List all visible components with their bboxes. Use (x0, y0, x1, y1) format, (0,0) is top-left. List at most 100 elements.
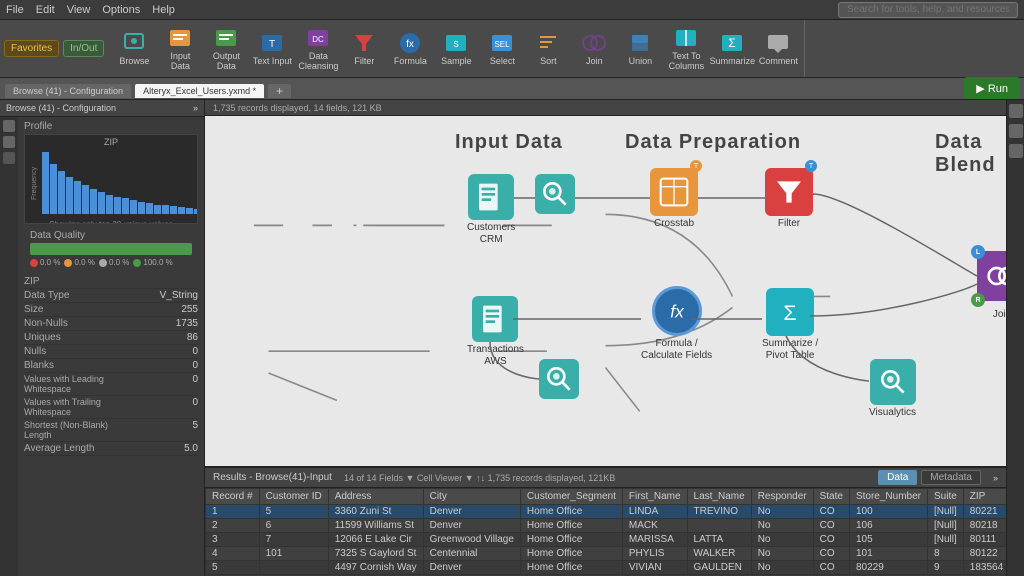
menu-edit[interactable]: Edit (36, 4, 55, 16)
col-city: City (423, 489, 520, 505)
col-suite: Suite (928, 489, 964, 505)
chart-title: ZIP (25, 135, 197, 147)
tool-summarize[interactable]: Σ Summarize (710, 23, 754, 75)
menu-view[interactable]: View (67, 4, 91, 16)
table-row[interactable]: 54497 Cornish WayDenverHome OfficeVIVIAN… (206, 561, 1007, 575)
field-label-avglen: Average Length (24, 443, 94, 454)
node-formula[interactable]: fx Formula /Calculate Fields (641, 286, 712, 362)
table-cell: 5 (206, 561, 260, 575)
table-cell: TREVINO (687, 505, 751, 519)
data-table: Record # Customer ID Address City Custom… (205, 488, 1006, 575)
tool-filter[interactable]: Filter (342, 23, 386, 75)
tab-workflow[interactable]: Alteryx_Excel_Users.yxmd * (134, 83, 265, 99)
tool-summarize-label: Summarize (710, 57, 756, 67)
left-icon-settings[interactable] (3, 120, 15, 132)
node-customers-crm[interactable]: CustomersCRM (467, 174, 515, 246)
node-browse1[interactable] (535, 174, 575, 214)
field-label-nulls: Nulls (24, 346, 46, 357)
table-cell: LATTA (687, 533, 751, 547)
sidebar-icon-3[interactable] (1009, 144, 1023, 158)
table-cell: CO (813, 561, 849, 575)
tool-select[interactable]: SEL Select (480, 23, 524, 75)
transactions-icon (472, 296, 518, 342)
favorites-button[interactable]: Favorites (4, 40, 59, 57)
chart-bar (194, 209, 198, 214)
col-segment: Customer_Segment (520, 489, 622, 505)
results-table: Record # Customer ID Address City Custom… (205, 488, 1006, 576)
tool-textcol[interactable]: Text To Columns (664, 23, 708, 75)
menu-file[interactable]: File (6, 4, 24, 16)
results-expand[interactable]: » (993, 473, 998, 483)
join-icon (582, 31, 606, 55)
tool-union[interactable]: Union (618, 23, 662, 75)
tab-new[interactable]: + (267, 83, 292, 99)
table-cell: CO (813, 533, 849, 547)
tool-join[interactable]: Join (572, 23, 616, 75)
customers-crm-icon (468, 174, 514, 220)
node-filter[interactable]: T Filter (765, 168, 813, 230)
table-row[interactable]: 153360 Zuni StDenverHome OfficeLINDATREV… (206, 505, 1007, 519)
tool-text[interactable]: T Text Input (250, 23, 294, 75)
table-cell (259, 561, 328, 575)
left-icon-profile[interactable] (3, 136, 15, 148)
dq-text-empty: 0.0 % (109, 258, 129, 267)
join-input-l: L (971, 245, 985, 259)
sort-icon (536, 31, 560, 55)
tool-comment[interactable]: Comment (756, 23, 800, 75)
table-cell: 1 (206, 505, 260, 519)
tool-browse-label: Browse (119, 57, 149, 67)
panel-arrows[interactable]: » (193, 103, 198, 113)
tab-config[interactable]: Browse (41) - Configuration (4, 83, 132, 99)
tool-join-label: Join (586, 57, 603, 67)
table-cell: 6 (259, 519, 328, 533)
table-cell: VIVIAN (622, 561, 687, 575)
tool-formula[interactable]: fx Formula (388, 23, 432, 75)
tool-cleanse[interactable]: DC Data Cleansing (296, 23, 340, 75)
menu-options[interactable]: Options (102, 4, 140, 16)
comment-icon (766, 31, 790, 55)
chart-bar (90, 189, 97, 214)
filter-label: Filter (778, 218, 800, 230)
table-row[interactable]: 3712066 E Lake CirGreenwood VillageHome … (206, 533, 1007, 547)
node-transactions[interactable]: TransactionsAWS (467, 296, 524, 368)
left-panel-header: Browse (41) - Configuration » (0, 100, 204, 117)
formula-icon: fx (398, 31, 422, 55)
node-join[interactable]: L R D Join (977, 251, 1006, 321)
inout-button[interactable]: In/Out (63, 40, 104, 57)
table-cell (687, 519, 751, 533)
sidebar-icon-1[interactable] (1009, 104, 1023, 118)
select-icon: SEL (490, 31, 514, 55)
tool-input[interactable]: Input Data (158, 23, 202, 75)
table-cell: CO (813, 519, 849, 533)
tool-input-label: Input Data (160, 52, 200, 72)
table-cell: No (751, 561, 813, 575)
results-tab-metadata[interactable]: Metadata (921, 470, 981, 485)
svg-text:DC: DC (313, 35, 325, 44)
node-visualytics[interactable]: Visualytics (869, 359, 916, 419)
tool-sort[interactable]: Sort (526, 23, 570, 75)
tool-output[interactable]: Output Data (204, 23, 248, 75)
sidebar-icon-2[interactable] (1009, 124, 1023, 138)
table-row[interactable]: 41017325 S Gaylord StCentennialHome Offi… (206, 547, 1007, 561)
results-tab-data[interactable]: Data (878, 470, 917, 485)
node-crosstab[interactable]: T Crosstab (650, 168, 698, 230)
search-input[interactable] (838, 2, 1018, 18)
table-cell: 80229 (849, 561, 927, 575)
node-browse2[interactable] (539, 359, 579, 399)
node-summarize[interactable]: Σ Summarize /Pivot Table (762, 288, 818, 362)
table-cell: 80221 (963, 505, 1006, 519)
table-row[interactable]: 2611599 Williams StDenverHome OfficeMACK… (206, 519, 1007, 533)
tool-sample[interactable]: S Sample (434, 23, 478, 75)
svg-text:SEL: SEL (495, 40, 511, 49)
toolbar: Favorites In/Out Browse Input Data Outpu… (0, 20, 1024, 78)
workflow-canvas[interactable]: Input Data Data Preparation Data Blend C… (205, 116, 1006, 466)
run-button[interactable]: ▶ Run (964, 77, 1020, 99)
tool-browse[interactable]: Browse (112, 23, 156, 75)
menu-help[interactable]: Help (152, 4, 175, 16)
chart-bar (130, 200, 137, 214)
col-record: Record # (206, 489, 260, 505)
left-icon-info[interactable] (3, 152, 15, 164)
left-panel: Browse (41) - Configuration » Profile ZI… (0, 100, 205, 576)
visualytics-icon (870, 359, 916, 405)
dq-dot-notok (30, 259, 38, 267)
